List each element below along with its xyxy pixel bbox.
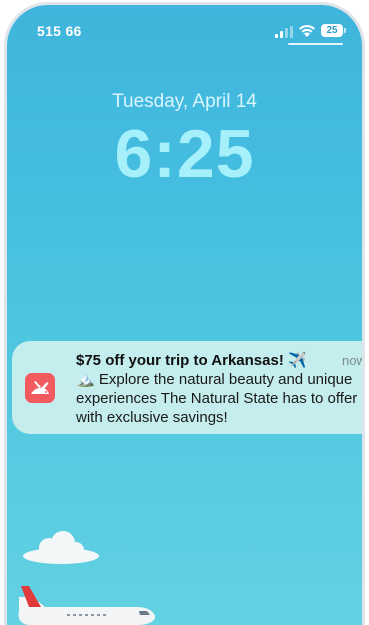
airplane-icon bbox=[18, 586, 155, 625]
phone-frame: 515 66 25 Tuesday, April 14 6:25 $75 off… bbox=[4, 2, 365, 625]
lock-date: Tuesday, April 14 bbox=[112, 91, 257, 112]
battery-tip bbox=[344, 28, 346, 33]
carrier-label: 515 66 bbox=[37, 23, 82, 39]
push-notification[interactable]: $75 off your trip to Arkansas! ✈️ now 🏔️… bbox=[12, 341, 362, 434]
cellular-signal-icon bbox=[275, 26, 293, 38]
battery-indicator: 25 bbox=[321, 24, 343, 37]
wifi-icon bbox=[299, 25, 315, 37]
lock-screen: 515 66 25 Tuesday, April 14 6:25 $75 off… bbox=[7, 5, 362, 625]
lock-time: 6:25 bbox=[114, 116, 255, 192]
cloud-icon bbox=[23, 531, 99, 564]
notification-title: $75 off your trip to Arkansas! ✈️ bbox=[76, 352, 307, 369]
rabbit-glyph-icon bbox=[31, 381, 49, 394]
notification-body: 🏔️ Explore the natural beauty and unique… bbox=[76, 371, 358, 426]
status-indicator-line bbox=[288, 43, 343, 45]
status-bar: 515 66 25 bbox=[7, 21, 362, 43]
rabbit-icon bbox=[25, 373, 55, 403]
notification-time: now bbox=[342, 353, 362, 368]
